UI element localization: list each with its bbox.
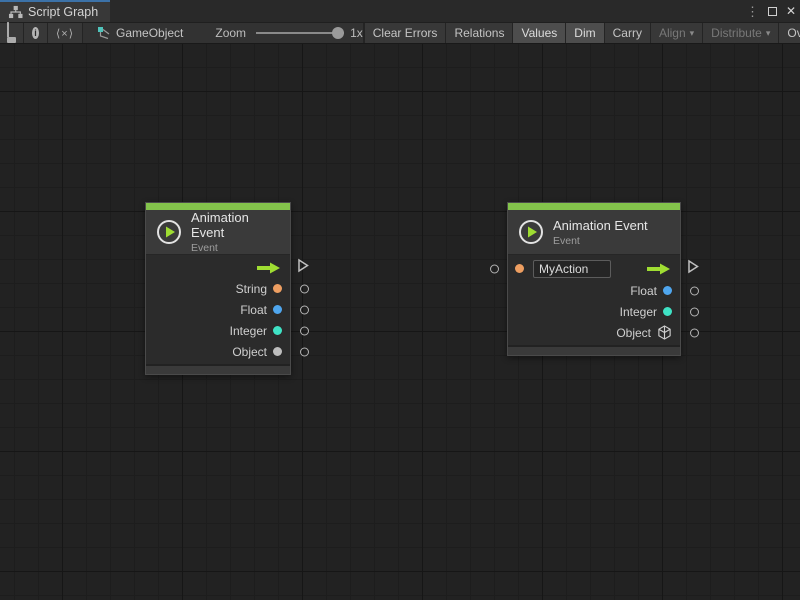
- values-toggle[interactable]: Values: [513, 23, 566, 43]
- float-type-dot: [663, 286, 672, 295]
- float-type-dot: [273, 305, 282, 314]
- node-color-bar: [146, 203, 290, 210]
- graph-canvas[interactable]: Animation Event Event String Float: [0, 44, 800, 600]
- tab-label: Script Graph: [28, 5, 98, 19]
- flow-arrow-icon: [256, 262, 282, 274]
- port-label: Object: [232, 345, 267, 359]
- float-output-port[interactable]: [690, 286, 699, 295]
- integer-type-dot: [663, 307, 672, 316]
- node-header[interactable]: Animation Event Event: [508, 210, 680, 255]
- node-title: Animation Event: [191, 210, 280, 240]
- info-button[interactable]: i: [24, 23, 48, 43]
- event-play-icon: [156, 219, 182, 245]
- animation-event-node-right[interactable]: Animation Event Event Float: [507, 202, 681, 356]
- action-name-field[interactable]: [533, 260, 611, 278]
- flow-output-row: [146, 257, 290, 278]
- node-header[interactable]: Animation Event Event: [146, 210, 290, 255]
- node-subtitle: Event: [553, 235, 648, 247]
- relations-button[interactable]: Relations: [446, 23, 513, 43]
- zoom-slider[interactable]: [256, 27, 344, 39]
- flow-output-port[interactable]: [297, 258, 309, 277]
- insert-node-icon: ⟨×⟩: [56, 27, 74, 40]
- output-row-string: String: [146, 278, 290, 299]
- flow-arrow-icon: [646, 263, 672, 275]
- zoom-control: Zoom 1x: [215, 26, 362, 40]
- output-row-object: Object: [508, 322, 680, 343]
- float-output-port[interactable]: [300, 305, 309, 314]
- node-color-bar: [508, 203, 680, 210]
- output-row-object: Object: [146, 341, 290, 362]
- graph-toolbar: i ⟨×⟩ GameObject Zoom 1x Clear Errors Re…: [0, 22, 800, 44]
- maximize-icon[interactable]: [768, 7, 777, 16]
- chevron-down-icon: ▾: [766, 28, 771, 39]
- action-input-port[interactable]: [490, 264, 499, 273]
- port-label: Float: [630, 284, 657, 298]
- integer-output-port[interactable]: [300, 326, 309, 335]
- overview-button[interactable]: Overv: [779, 23, 800, 43]
- zoom-slider-handle[interactable]: [332, 27, 344, 39]
- gameobject-reference[interactable]: GameObject: [97, 26, 183, 40]
- port-label: String: [236, 282, 267, 296]
- carry-toggle[interactable]: Carry: [605, 23, 651, 43]
- cube-icon: [657, 325, 672, 340]
- object-output-port[interactable]: [690, 328, 699, 337]
- toolbar-middle: GameObject Zoom 1x: [83, 23, 364, 43]
- string-type-dot: [515, 264, 524, 273]
- graph-icon: [8, 5, 23, 19]
- tab-bar: Script Graph ⋮ ✕: [0, 0, 800, 22]
- flow-output-port[interactable]: [687, 259, 699, 278]
- align-dropdown[interactable]: Align▾: [651, 23, 703, 43]
- integer-output-port[interactable]: [690, 307, 699, 316]
- object-output-port[interactable]: [300, 347, 309, 356]
- script-machine-icon: [97, 26, 111, 40]
- lock-icon: [7, 23, 16, 43]
- close-icon[interactable]: ✕: [786, 5, 796, 17]
- integer-type-dot: [273, 326, 282, 335]
- clear-errors-button[interactable]: Clear Errors: [365, 23, 447, 43]
- zoom-label: Zoom: [215, 26, 246, 40]
- zoom-value: 1x: [350, 26, 363, 40]
- port-label: Float: [240, 303, 267, 317]
- output-row-float: Float: [146, 299, 290, 320]
- node-subtitle: Event: [191, 242, 280, 254]
- chevron-down-icon: ▾: [690, 28, 695, 39]
- gameobject-label: GameObject: [116, 26, 183, 40]
- insert-node-button[interactable]: ⟨×⟩: [48, 23, 83, 43]
- port-label: Integer: [620, 305, 657, 319]
- animation-event-node-left[interactable]: Animation Event Event String Float: [145, 202, 291, 375]
- output-row-float: Float: [508, 280, 680, 301]
- node-title: Animation Event: [553, 218, 648, 233]
- window-controls: ⋮ ✕: [746, 0, 796, 22]
- string-type-dot: [273, 284, 282, 293]
- zoom-slider-track: [256, 32, 344, 34]
- tab-script-graph[interactable]: Script Graph: [0, 0, 110, 22]
- output-row-integer: Integer: [508, 301, 680, 322]
- port-label: Object: [616, 326, 651, 340]
- dim-toggle[interactable]: Dim: [566, 23, 604, 43]
- event-play-icon: [518, 219, 544, 245]
- object-type-dot: [273, 347, 282, 356]
- output-row-integer: Integer: [146, 320, 290, 341]
- node-body: Float Integer Object: [508, 255, 680, 345]
- info-icon: i: [32, 27, 39, 39]
- node-body: String Float Integer Object: [146, 255, 290, 364]
- string-output-port[interactable]: [300, 284, 309, 293]
- window-menu-icon[interactable]: ⋮: [746, 5, 759, 18]
- node-footer: [508, 345, 680, 355]
- distribute-dropdown[interactable]: Distribute▾: [703, 23, 779, 43]
- port-label: Integer: [230, 324, 267, 338]
- action-input-row: [508, 257, 680, 280]
- node-footer: [146, 364, 290, 374]
- lock-button[interactable]: [0, 23, 24, 43]
